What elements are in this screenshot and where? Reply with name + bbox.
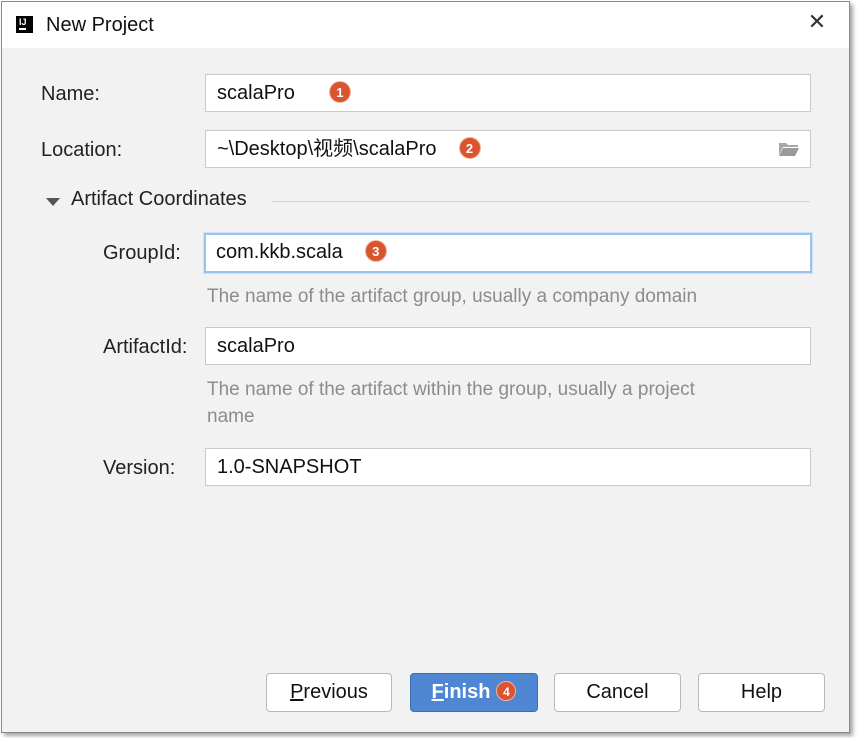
groupid-label: GroupId:	[103, 242, 181, 264]
artifactid-label: ArtifactId:	[103, 336, 188, 358]
section-divider	[272, 201, 810, 202]
dialog-title: New Project	[46, 14, 154, 36]
new-project-dialog: IJ New Project ✕ Name: scalaPro 1 Locatio…	[1, 1, 850, 733]
name-value: scalaPro	[217, 82, 295, 104]
expand-triangle-icon[interactable]	[46, 198, 60, 206]
artifactid-hint-line2: name	[207, 406, 255, 427]
artifactid-input[interactable]: scalaPro	[205, 327, 811, 365]
version-input[interactable]: 1.0-SNAPSHOT	[205, 448, 811, 486]
step-badge-1: 1	[328, 80, 351, 103]
previous-button[interactable]: Previous	[266, 673, 392, 712]
finish-label-rest: inish	[443, 681, 491, 703]
groupid-hint: The name of the artifact group, usually …	[207, 286, 698, 307]
previous-mnemonic: P	[290, 681, 304, 703]
step-badge-3: 3	[364, 239, 387, 262]
artifact-coordinates-title: Artifact Coordinates	[71, 188, 247, 210]
location-input[interactable]: ~\Desktop\视频\scalaPro 2	[205, 130, 811, 168]
name-label: Name:	[41, 83, 100, 105]
finish-mnemonic: F	[431, 681, 444, 703]
location-label: Location:	[41, 139, 123, 161]
close-button[interactable]: ✕	[805, 10, 829, 34]
name-input[interactable]: scalaPro 1	[205, 74, 811, 112]
artifactid-value: scalaPro	[217, 335, 295, 357]
artifactid-hint-line1: The name of the artifact within the grou…	[207, 379, 695, 400]
finish-button[interactable]: Finish 4	[410, 673, 538, 712]
artifact-coordinates-header[interactable]: Artifact Coordinates	[46, 188, 810, 216]
version-label: Version:	[103, 457, 176, 479]
location-value: ~\Desktop\视频\scalaPro	[217, 138, 437, 160]
previous-label-rest: revious	[303, 681, 368, 703]
folder-icon[interactable]	[778, 141, 800, 157]
help-button[interactable]: Help	[698, 673, 825, 712]
title-bar: IJ New Project ✕	[2, 2, 849, 48]
step-badge-2: 2	[458, 136, 481, 159]
step-badge-4: 4	[496, 680, 517, 701]
cancel-button[interactable]: Cancel	[554, 673, 681, 712]
intellij-app-icon: IJ	[16, 16, 33, 33]
groupid-input[interactable]: com.kkb.scala 3	[204, 233, 812, 273]
groupid-value: com.kkb.scala	[216, 241, 343, 263]
version-value: 1.0-SNAPSHOT	[217, 456, 362, 478]
